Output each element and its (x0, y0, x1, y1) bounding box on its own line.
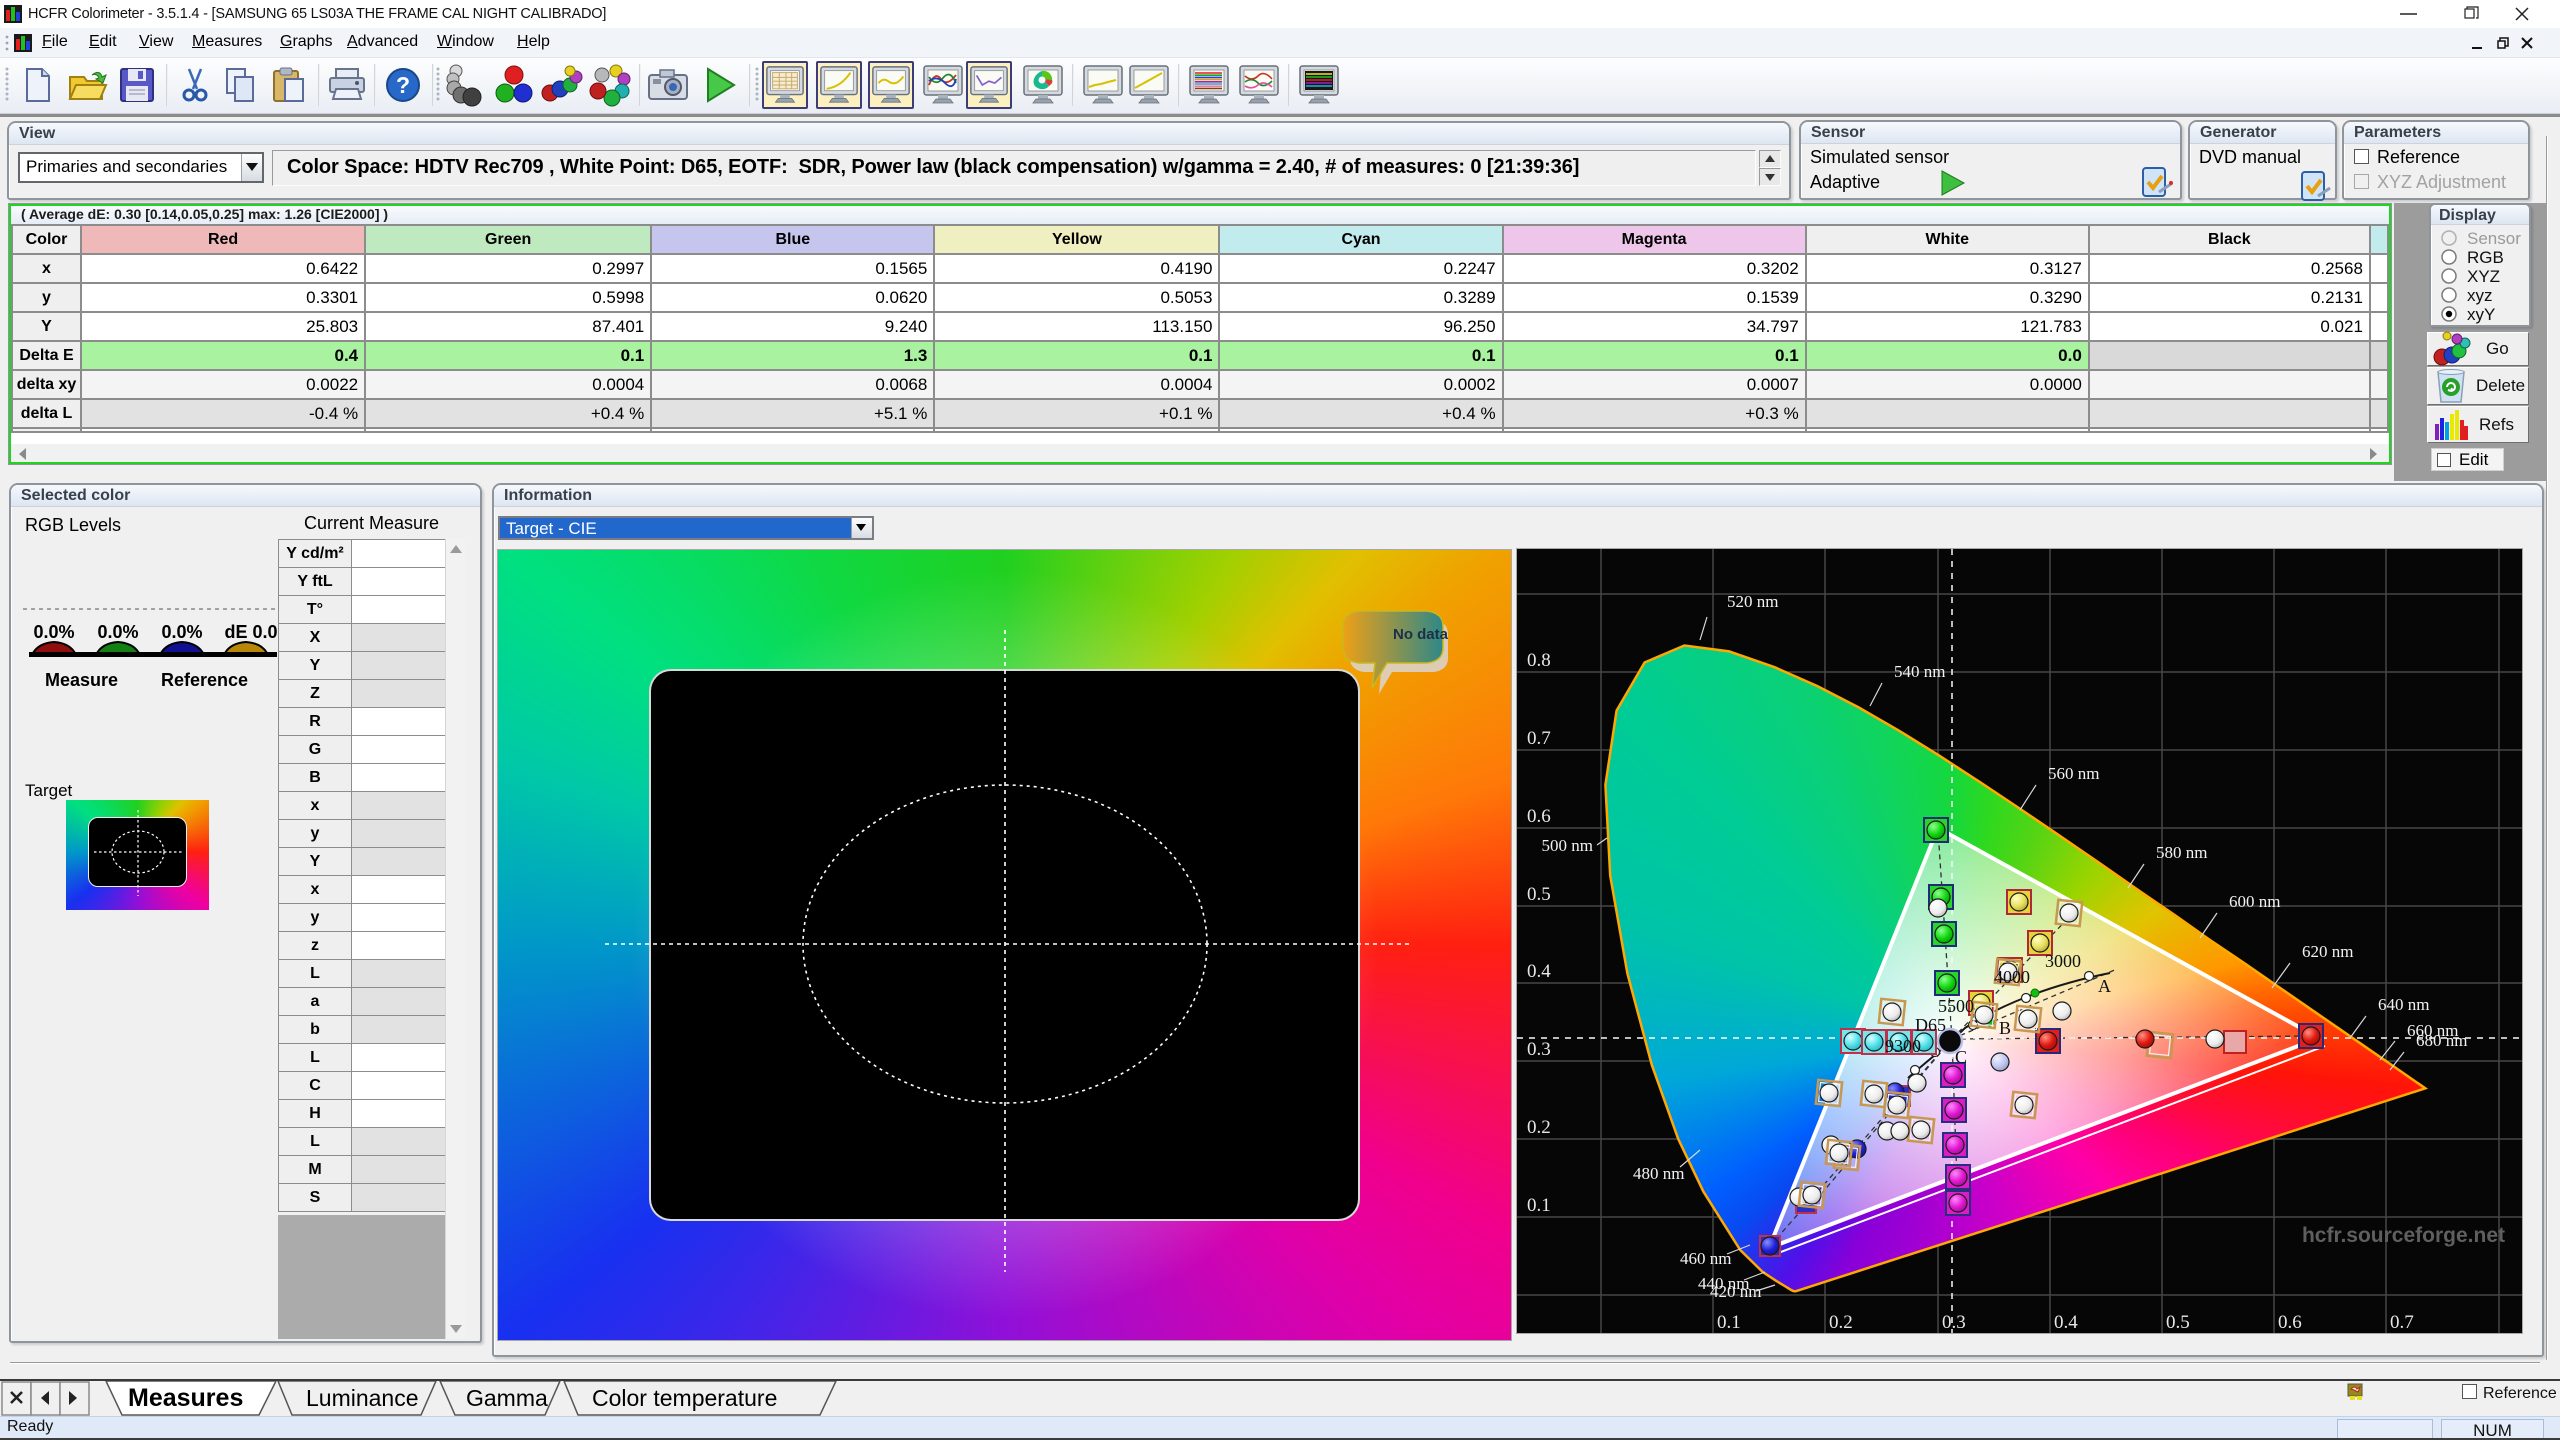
svg-text:4000: 4000 (1994, 967, 2030, 987)
svg-text:0.4: 0.4 (1527, 961, 1551, 982)
svg-text:520 nm: 520 nm (1727, 592, 1778, 611)
svg-text:3000: 3000 (2045, 951, 2081, 971)
svg-text:0.8: 0.8 (1527, 650, 1551, 671)
svg-text:640 nm: 640 nm (2378, 995, 2429, 1014)
svg-text:0.3: 0.3 (1942, 1312, 1966, 1333)
svg-text:0.6: 0.6 (2278, 1312, 2302, 1333)
svg-text:0.5: 0.5 (1527, 884, 1551, 905)
svg-text:0.7: 0.7 (1527, 728, 1551, 749)
svg-text:540 nm: 540 nm (1894, 662, 1945, 681)
svg-text:600 nm: 600 nm (2229, 892, 2280, 911)
svg-text:0.5: 0.5 (2166, 1312, 2190, 1333)
svg-text:0.7: 0.7 (2390, 1312, 2414, 1333)
svg-text:Sensor: Sensor (2467, 229, 2521, 248)
svg-text:9300: 9300 (1885, 1036, 1921, 1056)
svg-text:5500: 5500 (1938, 996, 1974, 1016)
svg-text:xyY: xyY (2467, 305, 2495, 324)
svg-text:0.0%: 0.0% (33, 622, 74, 642)
svg-text:xyz: xyz (2467, 286, 2493, 305)
svg-text:0.3: 0.3 (1527, 1039, 1551, 1060)
svg-text:C: C (1955, 1047, 1967, 1067)
svg-text:0.2: 0.2 (1527, 1117, 1551, 1138)
svg-text:680 nm: 680 nm (2416, 1031, 2467, 1050)
svg-text:hcfr.sourceforge.net: hcfr.sourceforge.net (2302, 1224, 2505, 1247)
svg-text:560 nm: 560 nm (2048, 764, 2099, 783)
svg-text:500 nm: 500 nm (1542, 836, 1593, 855)
svg-text:0.0%: 0.0% (161, 622, 202, 642)
svg-text:D65: D65 (1915, 1015, 1946, 1035)
svg-text:Gamma: Gamma (466, 1385, 548, 1411)
svg-text:?: ? (396, 72, 410, 98)
svg-text:A: A (2098, 976, 2111, 996)
svg-text:620 nm: 620 nm (2302, 942, 2353, 961)
svg-text:0.6: 0.6 (1527, 806, 1551, 827)
svg-text:No data: No data (1393, 626, 1449, 643)
svg-text:B: B (1999, 1018, 2011, 1038)
svg-text:420 nm: 420 nm (1710, 1282, 1761, 1301)
svg-text:dE 0.0: dE 0.0 (224, 622, 277, 642)
svg-text:460 nm: 460 nm (1680, 1249, 1731, 1268)
svg-text:580 nm: 580 nm (2156, 843, 2207, 862)
svg-text:0.1: 0.1 (1527, 1195, 1551, 1216)
svg-text:RGB: RGB (2467, 248, 2504, 267)
svg-text:0.2: 0.2 (1829, 1312, 1853, 1333)
svg-text:480 nm: 480 nm (1633, 1164, 1684, 1183)
svg-text:Measures: Measures (128, 1384, 243, 1412)
svg-text:Color temperature: Color temperature (592, 1385, 777, 1411)
svg-text:Luminance: Luminance (306, 1385, 419, 1411)
svg-text:0.0%: 0.0% (97, 622, 138, 642)
svg-text:0.4: 0.4 (2054, 1312, 2078, 1333)
svg-text:XYZ: XYZ (2467, 267, 2500, 286)
svg-text:0.1: 0.1 (1717, 1312, 1741, 1333)
